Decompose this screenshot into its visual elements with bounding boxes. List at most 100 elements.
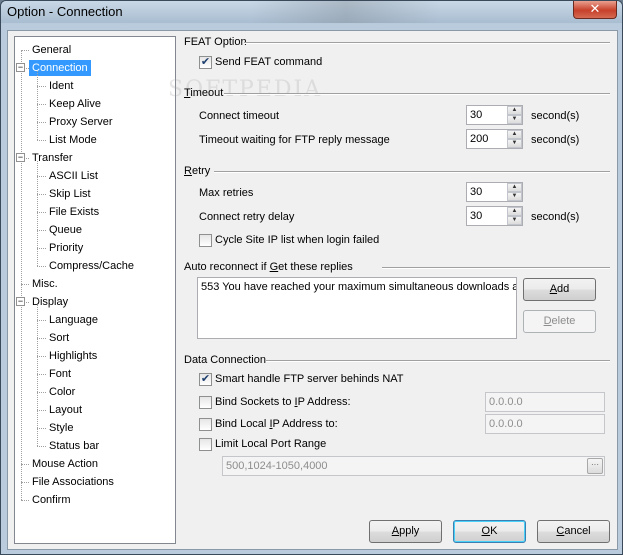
spin-down-icon[interactable]: ▼ [507, 115, 522, 124]
collapse-icon[interactable]: − [16, 153, 25, 162]
tree-item-file-exists[interactable]: File Exists [46, 204, 102, 220]
tree-item-compress-cache[interactable]: Compress/Cache [46, 258, 137, 274]
spin-down-icon[interactable]: ▼ [507, 139, 522, 148]
send-feat-checkbox[interactable]: ✔ [199, 56, 212, 69]
cycle-site-ip-checkbox[interactable] [199, 234, 212, 247]
reconnect-group-divider [382, 267, 610, 269]
smart-nat-label: Smart handle FTP server behinds NAT [215, 373, 404, 385]
timeout-group-title: Timeout [184, 87, 224, 99]
spin-down-icon[interactable]: ▼ [507, 192, 522, 201]
feat-group-title: FEAT Option [184, 36, 247, 48]
tree-item-confirm[interactable]: Confirm [29, 492, 74, 508]
tree-item-connection[interactable]: Connection [29, 60, 91, 76]
smart-nat-checkbox[interactable]: ✔ [199, 373, 212, 386]
tree-connector [37, 86, 46, 87]
title-bar[interactable]: Option - Connection ✕ [1, 1, 622, 23]
tree-item-priority[interactable]: Priority [46, 240, 86, 256]
max-retries-label: Max retries [199, 187, 254, 199]
tree-connector [37, 212, 46, 213]
tree-item-list-mode[interactable]: List Mode [46, 132, 100, 148]
port-range-browse-button[interactable]: ··· [587, 458, 603, 474]
tree-connector [21, 284, 29, 285]
retry-group-divider [214, 171, 610, 173]
close-button[interactable]: ✕ [573, 1, 617, 19]
tree-item-font[interactable]: Font [46, 366, 74, 382]
tree-item-mouse-action[interactable]: Mouse Action [29, 456, 101, 472]
spin-up-icon[interactable]: ▲ [507, 207, 522, 216]
tree-connector [37, 194, 46, 195]
tree-item-misc[interactable]: Misc. [29, 276, 61, 292]
spin-up-icon[interactable]: ▲ [507, 106, 522, 115]
dialog-client: General Connection − Ident Keep Alive Proxy S… [7, 30, 618, 550]
tree-item-highlights[interactable]: Highlights [46, 348, 100, 364]
bind-local-ip-checkbox[interactable] [199, 418, 212, 431]
delete-button[interactable]: Delete [523, 310, 596, 333]
cycle-site-ip-label: Cycle Site IP list when login failed [215, 234, 380, 246]
collapse-icon[interactable]: − [16, 297, 25, 306]
limit-port-range-checkbox[interactable] [199, 438, 212, 451]
tree-connector [37, 338, 46, 339]
reply-timeout-unit: second(s) [531, 134, 580, 146]
tree-item-layout[interactable]: Layout [46, 402, 85, 418]
tree-item-sort[interactable]: Sort [46, 330, 72, 346]
feat-group-divider [244, 42, 610, 44]
tree-item-display[interactable]: Display [29, 294, 71, 310]
tree-connector [37, 248, 46, 249]
tree-item-color[interactable]: Color [46, 384, 78, 400]
tree-item-transfer[interactable]: Transfer [29, 150, 76, 166]
connect-timeout-label: Connect timeout [199, 110, 280, 122]
port-range-field[interactable]: 500,1024-1050,4000 [222, 456, 605, 476]
bind-local-ip-field[interactable]: 0.0.0.0 [485, 414, 605, 434]
tree-item-queue[interactable]: Queue [46, 222, 85, 238]
tree-item-language[interactable]: Language [46, 312, 101, 328]
reply-timeout-label: Timeout waiting for FTP reply message [199, 134, 390, 146]
cancel-button[interactable]: Cancel [537, 520, 610, 543]
add-button[interactable]: Add [523, 278, 596, 301]
tree-item-keep-alive[interactable]: Keep Alive [46, 96, 104, 112]
retry-delay-spinner[interactable]: 30 ▲ ▼ [466, 206, 523, 226]
tree-root-line [21, 50, 22, 500]
tree-item-skip-list[interactable]: Skip List [46, 186, 94, 202]
tree-connector [37, 176, 46, 177]
bind-sockets-checkbox[interactable] [199, 396, 212, 409]
bind-sockets-ip-field[interactable]: 0.0.0.0 [485, 392, 605, 412]
tree-branch-line [37, 71, 38, 140]
tree-item-ident[interactable]: Ident [46, 78, 76, 94]
tree-connector [21, 50, 29, 51]
tree-connector [37, 392, 46, 393]
tree-item-general[interactable]: General [29, 42, 74, 58]
tree-item-proxy-server[interactable]: Proxy Server [46, 114, 116, 130]
tree-connector [37, 374, 46, 375]
options-tree[interactable]: General Connection − Ident Keep Alive Proxy S… [14, 36, 176, 544]
tree-connector [21, 482, 29, 483]
tree-item-ascii-list[interactable]: ASCII List [46, 168, 101, 184]
spin-up-icon[interactable]: ▲ [507, 130, 522, 139]
reconnect-replies-textarea[interactable]: 553 You have reached your maximum simult… [197, 277, 517, 339]
connect-timeout-spinner[interactable]: 30 ▲ ▼ [466, 105, 523, 125]
watermark-banner [251, 1, 441, 23]
spin-down-icon[interactable]: ▼ [507, 216, 522, 225]
tree-connector [37, 446, 46, 447]
bind-sockets-label: Bind Sockets to IP Address: [215, 396, 351, 408]
tree-connector [37, 428, 46, 429]
ok-button[interactable]: OK [453, 520, 526, 543]
reply-timeout-spinner[interactable]: 200 ▲ ▼ [466, 129, 523, 149]
tree-connector [37, 266, 46, 267]
bind-local-ip-label: Bind Local IP Address to: [215, 418, 338, 430]
window-title: Option - Connection [7, 4, 123, 19]
tree-branch-line [37, 305, 38, 446]
data-connection-group-divider [266, 360, 610, 362]
connect-timeout-unit: second(s) [531, 110, 580, 122]
max-retries-spinner[interactable]: 30 ▲ ▼ [466, 182, 523, 202]
tree-connector [37, 410, 46, 411]
connect-timeout-value: 30 [470, 109, 483, 121]
collapse-icon[interactable]: − [16, 63, 25, 72]
spin-up-icon[interactable]: ▲ [507, 183, 522, 192]
apply-button[interactable]: Apply [369, 520, 442, 543]
retry-group-title: Retry [184, 165, 211, 177]
tree-item-status-bar[interactable]: Status bar [46, 438, 102, 454]
timeout-group-divider [224, 93, 610, 95]
tree-item-file-associations[interactable]: File Associations [29, 474, 117, 490]
tree-item-style[interactable]: Style [46, 420, 76, 436]
tree-connector [37, 320, 46, 321]
